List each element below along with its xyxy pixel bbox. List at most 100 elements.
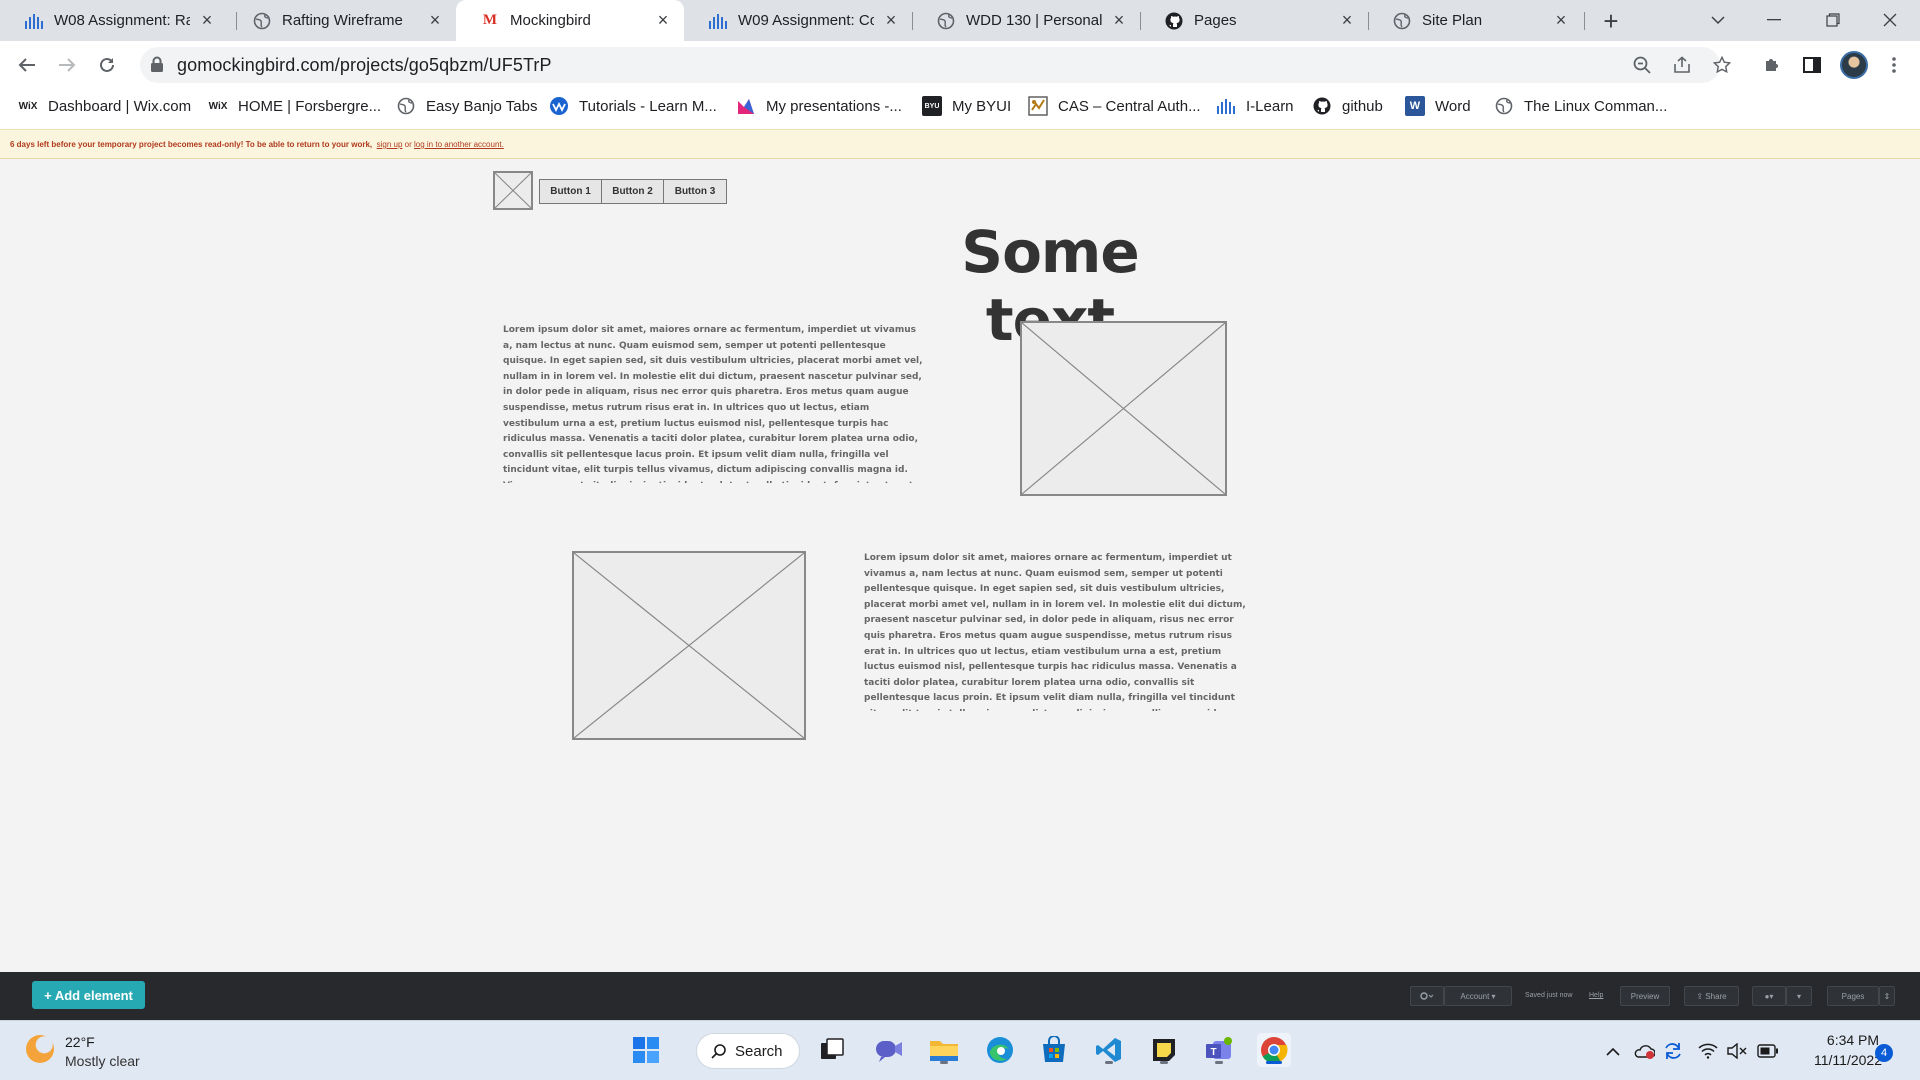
address-bar[interactable]: gomockingbird.com/projects/go5qbzm/UF5Tr… — [140, 47, 1720, 83]
new-tab-plus-icon[interactable]: + — [1598, 6, 1624, 36]
extensions-puzzle-icon[interactable] — [1760, 53, 1784, 77]
wireframe-canvas[interactable]: Button 1 Button 2 Button 3 Some text Lor… — [0, 160, 1920, 972]
notification-badge[interactable]: 4 — [1875, 1044, 1893, 1062]
account-dropdown[interactable]: Account ▾ — [1444, 986, 1512, 1006]
weather-temperature[interactable]: 22°F — [65, 1034, 95, 1050]
bookmark-my-presentations[interactable]: My presentations -... — [736, 89, 902, 123]
url-text[interactable]: gomockingbird.com/projects/go5qbzm/UF5Tr… — [177, 55, 552, 76]
file-explorer-icon[interactable] — [927, 1033, 961, 1067]
tab-wdd130[interactable]: WDD 130 | Personal S × — [912, 0, 1140, 41]
share-button[interactable]: ⇪ Share — [1684, 986, 1739, 1006]
weather-description[interactable]: Mostly clear — [65, 1053, 140, 1069]
image-placeholder-1[interactable] — [1020, 321, 1227, 496]
bookmark-word[interactable]: W Word — [1405, 89, 1471, 123]
tab-site-plan[interactable]: Site Plan × — [1368, 0, 1582, 41]
teams-icon[interactable]: T — [1202, 1033, 1236, 1067]
bookmark-tutorials[interactable]: Tutorials - Learn M... — [549, 89, 717, 123]
wifi-icon[interactable] — [1697, 1040, 1719, 1062]
mockingbird-m-icon: M — [482, 12, 498, 28]
bookmark-i-learn[interactable]: I-Learn — [1216, 89, 1294, 123]
restore-icon[interactable] — [1819, 6, 1847, 34]
running-indicator — [1105, 1061, 1113, 1064]
vscode-icon[interactable] — [1092, 1033, 1126, 1067]
help-link[interactable]: Help — [1589, 992, 1603, 999]
tab-w09-assignment[interactable]: W09 Assignment: Cor × — [684, 0, 912, 41]
notice-or: or — [404, 140, 412, 149]
wireframe-button-2[interactable]: Button 2 — [602, 180, 664, 203]
close-icon[interactable]: × — [1552, 10, 1570, 30]
pages-stepper[interactable]: ⇕ — [1879, 986, 1895, 1006]
globe-icon — [936, 11, 956, 31]
log-in-link[interactable]: log in to another account. — [414, 140, 504, 149]
bookmarks-bar: WiX Dashboard | Wix.com WiX HOME | Forsb… — [0, 89, 1920, 129]
taskbar-search[interactable]: Search — [696, 1033, 800, 1069]
back-arrow-icon[interactable] — [13, 51, 41, 79]
share-icon[interactable] — [1670, 53, 1694, 77]
close-icon[interactable]: × — [198, 10, 216, 30]
teams-chat-icon[interactable] — [872, 1033, 906, 1067]
image-placeholder-2[interactable] — [572, 551, 806, 740]
side-panel-icon[interactable] — [1800, 53, 1824, 77]
tab-w08-assignment[interactable]: W08 Assignment: Raft × — [0, 0, 228, 41]
bookmark-easy-banjo-tabs[interactable]: Easy Banjo Tabs — [396, 89, 537, 123]
tab-pages[interactable]: Pages × — [1140, 0, 1368, 41]
reload-icon[interactable] — [93, 51, 121, 79]
tab-title: Rafting Wireframe — [282, 12, 403, 29]
task-view-icon[interactable] — [815, 1033, 849, 1067]
tab-rafting-wireframe[interactable]: Rafting Wireframe × — [228, 0, 456, 41]
bookmark-wix-dashboard[interactable]: WiX Dashboard | Wix.com — [18, 89, 192, 123]
view-dropdown[interactable]: ●▾ — [1752, 986, 1786, 1006]
more-menu-icon[interactable] — [1882, 53, 1906, 77]
close-icon[interactable]: × — [882, 10, 900, 30]
onedrive-cloud-icon[interactable] — [1633, 1040, 1655, 1062]
bookmark-my-byui[interactable]: BYU My BYUI — [922, 89, 1011, 123]
bookmark-github[interactable]: github — [1312, 89, 1383, 123]
speaker-muted-icon[interactable] — [1726, 1040, 1748, 1062]
close-icon[interactable]: × — [1110, 10, 1128, 30]
wireframe-paragraph-1[interactable]: Lorem ipsum dolor sit amet, maiores orna… — [503, 323, 923, 483]
tab-search-chevron-icon[interactable] — [1704, 6, 1732, 34]
search-icon — [711, 1044, 726, 1059]
moon-weather-icon[interactable] — [26, 1035, 54, 1063]
profile-avatar[interactable] — [1840, 51, 1868, 79]
add-element-button[interactable]: + Add element — [32, 981, 145, 1009]
minimize-icon[interactable] — [1760, 6, 1788, 34]
edge-icon[interactable] — [983, 1033, 1017, 1067]
windows-taskbar: 22°F Mostly clear Search T 6:34 PM 11/11… — [0, 1020, 1920, 1080]
view-dropdown-caret[interactable]: ▾ — [1786, 986, 1812, 1006]
settings-gear-dropdown[interactable] — [1410, 986, 1444, 1006]
wireframe-button-3[interactable]: Button 3 — [664, 180, 726, 203]
close-icon[interactable]: × — [1338, 10, 1356, 30]
close-icon[interactable]: × — [426, 10, 444, 30]
bookmark-star-icon[interactable] — [1710, 53, 1734, 77]
bookmark-cas[interactable]: CAS – Central Auth... — [1028, 89, 1201, 123]
sync-icon[interactable] — [1662, 1040, 1684, 1062]
chevron-up-icon[interactable] — [1602, 1040, 1624, 1062]
sticky-notes-icon[interactable] — [1147, 1033, 1181, 1067]
temporary-project-notice: 6 days left before your temporary projec… — [0, 129, 1920, 159]
wireframe-paragraph-2[interactable]: Lorem ipsum dolor sit amet, maiores orna… — [864, 551, 1246, 711]
logo-image-placeholder[interactable] — [493, 171, 533, 210]
chrome-icon[interactable] — [1257, 1033, 1291, 1067]
zoom-icon[interactable] — [1630, 53, 1654, 77]
microsoft-store-icon[interactable] — [1037, 1033, 1071, 1067]
running-indicator — [940, 1061, 948, 1064]
close-window-icon[interactable] — [1876, 6, 1904, 34]
tab-title: Pages — [1194, 12, 1237, 29]
battery-icon[interactable] — [1757, 1040, 1779, 1062]
eye-icon: ●▾ — [1764, 991, 1774, 1001]
wireframe-button-1[interactable]: Button 1 — [540, 180, 602, 203]
bookmark-linux-command[interactable]: The Linux Comman... — [1494, 89, 1667, 123]
lock-icon[interactable] — [150, 56, 166, 74]
tab-mockingbird[interactable]: M Mockingbird × — [456, 0, 684, 41]
sign-up-link[interactable]: sign up — [377, 140, 403, 149]
close-icon[interactable]: × — [654, 10, 672, 30]
windows-start-icon[interactable] — [629, 1033, 663, 1067]
pages-button[interactable]: Pages — [1827, 986, 1879, 1006]
bookmark-label: github — [1342, 97, 1383, 115]
forward-arrow-icon[interactable] — [53, 51, 81, 79]
tab-separator — [1584, 12, 1585, 30]
bookmark-label: Tutorials - Learn M... — [579, 97, 717, 115]
bookmark-forsberg-home[interactable]: WiX HOME | Forsbergre... — [208, 89, 382, 123]
preview-button[interactable]: Preview — [1620, 986, 1670, 1006]
